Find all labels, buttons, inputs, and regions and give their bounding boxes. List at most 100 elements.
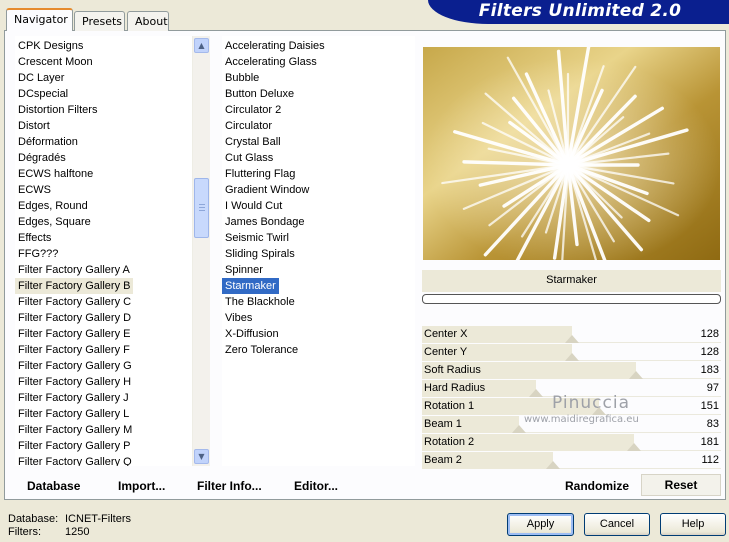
slider-label: Center Y xyxy=(424,346,468,358)
filter-item[interactable]: Fluttering Flag xyxy=(222,166,298,182)
slider-value: 97 xyxy=(706,382,719,394)
category-item[interactable]: Filter Factory Gallery Q xyxy=(15,454,135,466)
slider-thumb[interactable] xyxy=(565,335,579,343)
filters-value: 1250 xyxy=(65,526,90,538)
database-button[interactable]: Database xyxy=(27,477,80,495)
slider-value: 181 xyxy=(700,436,719,448)
category-item[interactable]: Filter Factory Gallery B xyxy=(15,278,134,294)
category-item[interactable]: DC Layer xyxy=(15,70,67,86)
filter-item[interactable]: Starmaker xyxy=(222,278,279,294)
filter-item[interactable]: Spinner xyxy=(222,262,266,278)
slider-thumb[interactable] xyxy=(512,425,526,433)
reset-button[interactable]: Reset xyxy=(641,474,721,496)
slider-thumb[interactable] xyxy=(546,461,560,469)
filter-item[interactable]: Zero Tolerance xyxy=(222,342,301,358)
filter-item[interactable]: Seismic Twirl xyxy=(222,230,292,246)
category-item[interactable]: Filter Factory Gallery D xyxy=(15,310,134,326)
category-scrollbar[interactable]: ▲ ▼ xyxy=(192,36,210,466)
app-title: Filters Unlimited 2.0 xyxy=(478,1,682,21)
filter-list[interactable]: Accelerating Daisies Accelerating Glass Bu… xyxy=(222,36,415,466)
progress-bar xyxy=(422,294,721,304)
category-item[interactable]: Filter Factory Gallery L xyxy=(15,406,132,422)
category-item[interactable]: Dégradés xyxy=(15,150,69,166)
tab-presets[interactable]: Presets xyxy=(74,11,125,31)
filter-item[interactable]: Accelerating Daisies xyxy=(222,38,328,54)
editor-button[interactable]: Editor... xyxy=(294,477,338,495)
help-button[interactable]: Help xyxy=(660,513,726,536)
cancel-button[interactable]: Cancel xyxy=(584,513,650,536)
category-item[interactable]: Crescent Moon xyxy=(15,54,96,70)
slider-value: 112 xyxy=(701,454,719,466)
slider-value: 128 xyxy=(700,328,719,340)
scroll-thumb[interactable] xyxy=(194,178,209,238)
tab-about[interactable]: About xyxy=(127,11,169,31)
category-item[interactable]: Filter Factory Gallery J xyxy=(15,390,132,406)
filter-item[interactable]: Cut Glass xyxy=(222,150,276,166)
slider-value: 128 xyxy=(700,346,719,358)
category-item[interactable]: Filter Factory Gallery E xyxy=(15,326,133,342)
category-item[interactable]: Edges, Round xyxy=(15,198,91,214)
category-item[interactable]: Filter Factory Gallery F xyxy=(15,342,133,358)
slider-thumb[interactable] xyxy=(629,371,643,379)
arrow-up-icon[interactable]: ▲ xyxy=(194,38,209,53)
filter-item[interactable]: X-Diffusion xyxy=(222,326,282,342)
filter-item[interactable]: Circulator 2 xyxy=(222,102,284,118)
filter-item[interactable]: Button Deluxe xyxy=(222,86,297,102)
category-item[interactable]: Déformation xyxy=(15,134,81,150)
category-item[interactable]: Distort xyxy=(15,118,53,134)
filter-item[interactable]: The Blackhole xyxy=(222,294,298,310)
filter-info-button[interactable]: Filter Info... xyxy=(197,477,262,495)
filter-item[interactable]: Vibes xyxy=(222,310,255,326)
category-item[interactable]: Filter Factory Gallery C xyxy=(15,294,134,310)
slider-thumb[interactable] xyxy=(565,353,579,361)
slider-label: Soft Radius xyxy=(424,364,481,376)
category-item[interactable]: Distortion Filters xyxy=(15,102,100,118)
parameter-slider[interactable]: Center Y 128 xyxy=(422,344,721,362)
category-item[interactable]: Filter Factory Gallery P xyxy=(15,438,133,454)
slider-thumb[interactable] xyxy=(529,389,543,397)
category-item[interactable]: Filter Factory Gallery M xyxy=(15,422,135,438)
category-item[interactable]: FFG??? xyxy=(15,246,61,262)
preview-image xyxy=(423,47,720,260)
category-item[interactable]: Edges, Square xyxy=(15,214,94,230)
apply-button[interactable]: Apply xyxy=(507,513,574,536)
slider-value: 183 xyxy=(700,364,719,376)
tab-navigator[interactable]: Navigator xyxy=(6,8,73,31)
category-item[interactable]: Filter Factory Gallery A xyxy=(15,262,133,278)
watermark-name: Pinuccia xyxy=(552,393,630,413)
category-item[interactable]: ECWS halftone xyxy=(15,166,96,182)
filter-item[interactable]: Accelerating Glass xyxy=(222,54,320,70)
filter-item[interactable]: I Would Cut xyxy=(222,198,285,214)
filter-item[interactable]: Circulator xyxy=(222,118,275,134)
slider-label: Rotation 2 xyxy=(424,436,475,448)
slider-value: 83 xyxy=(706,418,719,430)
category-item[interactable]: ECWS xyxy=(15,182,54,198)
slider-value: 151 xyxy=(700,400,719,412)
parameter-slider[interactable]: Soft Radius 183 xyxy=(422,362,721,380)
database-value: ICNET-Filters xyxy=(65,513,131,525)
parameter-slider[interactable]: Beam 2 112 xyxy=(422,452,721,470)
category-list[interactable]: CPK Designs Crescent Moon DC Layer DCspecia… xyxy=(15,36,193,466)
filter-item[interactable]: Sliding Spirals xyxy=(222,246,298,262)
randomize-button[interactable]: Randomize xyxy=(565,477,629,495)
import-button[interactable]: Import... xyxy=(118,477,165,495)
filter-item[interactable]: Crystal Ball xyxy=(222,134,284,150)
filter-item[interactable]: James Bondage xyxy=(222,214,308,230)
arrow-down-icon[interactable]: ▼ xyxy=(194,449,209,464)
slider-thumb[interactable] xyxy=(592,407,606,415)
filter-name: Starmaker xyxy=(546,274,597,286)
starburst-preview xyxy=(423,47,720,260)
slider-thumb[interactable] xyxy=(627,443,641,451)
category-item[interactable]: DCspecial xyxy=(15,86,71,102)
category-item[interactable]: CPK Designs xyxy=(15,38,86,54)
category-item[interactable]: Filter Factory Gallery G xyxy=(15,358,135,374)
category-item[interactable]: Filter Factory Gallery H xyxy=(15,374,134,390)
parameter-slider[interactable]: Rotation 2 181 xyxy=(422,434,721,452)
filter-item[interactable]: Bubble xyxy=(222,70,262,86)
filter-item[interactable]: Gradient Window xyxy=(222,182,312,198)
parameter-slider[interactable]: Center X 128 xyxy=(422,326,721,344)
category-item[interactable]: Effects xyxy=(15,230,54,246)
slider-label: Hard Radius xyxy=(424,382,486,394)
slider-label: Beam 1 xyxy=(424,418,462,430)
slider-label: Beam 2 xyxy=(424,454,462,466)
